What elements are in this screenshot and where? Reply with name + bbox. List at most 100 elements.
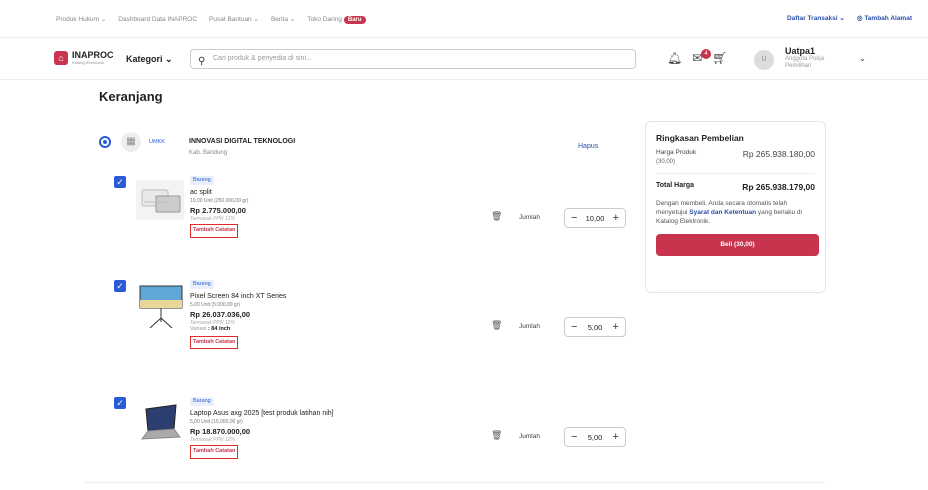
trash-icon[interactable]: 🗑︎ <box>491 430 502 441</box>
cart-count-badge: 4 <box>701 49 711 59</box>
trash-icon[interactable]: 🗑︎ <box>491 211 502 222</box>
item-name[interactable]: Pixel Screen 84 inch XT Series <box>190 292 286 301</box>
trash-icon[interactable]: 🗑︎ <box>491 320 502 331</box>
harga-value: Rp 265.938.180,00 <box>742 149 815 159</box>
check-icon: ✓ <box>116 177 124 187</box>
top-links: Produk Hukum ⌄ Dashboard Data INAPROC Pu… <box>56 15 366 24</box>
summary-title: Ringkasan Pembelian <box>656 133 744 143</box>
terms-note: Dengan membeli, Anda secara otomatis tel… <box>656 200 802 225</box>
qty-value[interactable]: 5,00 <box>588 323 603 332</box>
item-tag: Barang <box>190 176 214 186</box>
store-tag: UMKK <box>149 139 165 145</box>
divider <box>656 173 815 174</box>
tambah-catatan-button[interactable]: Tambah Catatan <box>190 335 239 350</box>
item-checkbox[interactable]: ✓ <box>114 280 126 292</box>
plus-button[interactable]: + <box>613 431 619 443</box>
item-price: Rp 2.775.000,00 <box>190 205 246 215</box>
chevron-down-icon: ⌄ <box>253 16 259 23</box>
bell-icon[interactable]: 🔔︎ <box>667 51 682 65</box>
search-placeholder: Cari produk & penyedia di sini... <box>213 55 312 62</box>
chevron-down-icon: ⌄ <box>165 54 173 64</box>
logo[interactable]: ⌂ INAPROC Katalog Elektronik <box>54 51 114 65</box>
chevron-down-icon: ⌄ <box>839 15 845 22</box>
item-name[interactable]: ac split <box>190 188 248 197</box>
item-ppn: Termasuk PPN 12% <box>190 319 235 326</box>
item-price: Rp 26.037.036,00 <box>190 309 251 319</box>
search-icon: ⚲ <box>198 56 206 67</box>
total-value: Rp 265.938.179,00 <box>742 182 815 192</box>
plus-button[interactable]: + <box>613 212 619 224</box>
link-pusat-bantuan[interactable]: Pusat Bantuan ⌄ <box>209 15 259 23</box>
logo-icon: ⌂ <box>54 51 68 65</box>
user-name: Uatpa1 <box>785 46 816 56</box>
qty-value[interactable]: 5,00 <box>588 433 603 442</box>
item-tag: Barang <box>190 280 214 290</box>
item-info: Barang Laptop Asus axg 2025 [test produk… <box>190 397 334 459</box>
item-unit: 10,00 Unit (250.000,00 gr) <box>190 197 249 204</box>
navbar: ⌂ INAPROC Katalog Elektronik Kategori ⌄ … <box>0 38 928 80</box>
item-variation: Variasi : 84 inch <box>190 326 231 333</box>
tambah-alamat-link[interactable]: ◎ Tambah Alamat <box>857 14 912 22</box>
item-tag: Barang <box>190 397 214 407</box>
qty-value[interactable]: 10,00 <box>586 214 605 223</box>
logo-subtitle: Katalog Elektronik <box>72 60 105 65</box>
total-label: Total Harga <box>656 182 694 189</box>
logo-text: INAPROC <box>72 50 114 60</box>
check-icon: ✓ <box>116 398 124 408</box>
item-name[interactable]: Laptop Asus axg 2025 [test produk latiha… <box>190 409 334 418</box>
top-bar: Produk Hukum ⌄ Dashboard Data INAPROC Pu… <box>0 0 928 38</box>
search-input[interactable]: ⚲ Cari produk & penyedia di sini... <box>190 49 636 69</box>
new-badge: Baru <box>343 15 366 24</box>
product-image <box>136 284 184 329</box>
plus-button[interactable]: + <box>613 321 619 333</box>
minus-button[interactable]: − <box>571 212 577 224</box>
divider <box>84 482 826 483</box>
user-info[interactable]: Uatpa1 Anggota Pokja Pemilihan <box>785 46 839 70</box>
link-berita[interactable]: Berita ⌄ <box>271 15 295 23</box>
store-name[interactable]: INNOVASI DIGITAL TEKNOLOGI <box>189 138 295 145</box>
avatar[interactable]: U <box>754 50 774 70</box>
store-location: Kab. Bandung <box>189 150 228 156</box>
item-price: Rp 18.870.000,00 <box>190 426 251 436</box>
item-unit: 5,00 Unit (15.000,00 gr) <box>190 418 243 425</box>
cart-icon[interactable]: 🛒︎ <box>712 51 727 65</box>
qty-label: Jumlah <box>519 433 540 440</box>
terms-link[interactable]: Syarat dan Ketentuan <box>689 209 756 216</box>
chevron-down-icon: ⌄ <box>100 16 107 23</box>
link-dashboard[interactable]: Dashboard Data INAPROC <box>118 16 197 23</box>
link-produk-hukum[interactable]: Produk Hukum ⌄ <box>56 15 106 23</box>
check-icon: ✓ <box>116 281 124 291</box>
harga-row: Harga Produk Rp 265.938.180,00 <box>656 149 815 159</box>
store-radio[interactable] <box>99 136 111 148</box>
link-toko-daring[interactable]: Toko Daring Baru <box>307 15 366 24</box>
quantity-stepper: − 5,00 + <box>564 427 626 447</box>
tambah-catatan-button[interactable]: Tambah Catatan <box>190 445 239 459</box>
item-ppn: Termasuk PPN 12% <box>190 215 235 222</box>
qty-label: Jumlah <box>519 323 540 330</box>
location-icon: ◎ <box>856 15 863 22</box>
item-checkbox[interactable]: ✓ <box>114 397 126 409</box>
minus-button[interactable]: − <box>571 321 577 333</box>
harga-qty: (30,00) <box>656 159 676 165</box>
minus-button[interactable]: − <box>571 431 577 443</box>
kategori-button[interactable]: Kategori ⌄ <box>126 54 173 65</box>
hapus-button[interactable]: Hapus <box>578 143 598 150</box>
item-checkbox[interactable]: ✓ <box>114 176 126 188</box>
item-unit: 5,00 Unit (5.000,00 gr) <box>190 301 241 308</box>
item-info: Barang ac split 10,00 Unit (250.000,00 g… <box>190 176 248 238</box>
purchase-summary: Ringkasan Pembelian Harga Produk Rp 265.… <box>645 121 826 293</box>
top-right-links: Daftar Transaksi ⌄ ◎ Tambah Alamat <box>787 14 912 22</box>
user-role: Anggota Pokja Pemilihan <box>785 56 825 70</box>
daftar-transaksi-link[interactable]: Daftar Transaksi ⌄ <box>787 14 845 22</box>
chevron-down-icon: ⌄ <box>289 16 296 23</box>
page-title: Keranjang <box>99 89 163 104</box>
harga-label: Harga Produk <box>656 149 697 156</box>
item-ppn: Termasuk PPN 12% <box>190 436 235 443</box>
store-icon: ▦ <box>121 132 141 152</box>
chevron-down-icon[interactable]: ⌄ <box>859 54 866 63</box>
product-image <box>136 180 184 220</box>
buy-button[interactable]: Beli (30,00) <box>656 234 819 257</box>
tambah-catatan-button[interactable]: Tambah Catatan <box>190 224 239 238</box>
quantity-stepper: − 5,00 + <box>564 317 626 337</box>
quantity-stepper: − 10,00 + <box>564 208 626 228</box>
